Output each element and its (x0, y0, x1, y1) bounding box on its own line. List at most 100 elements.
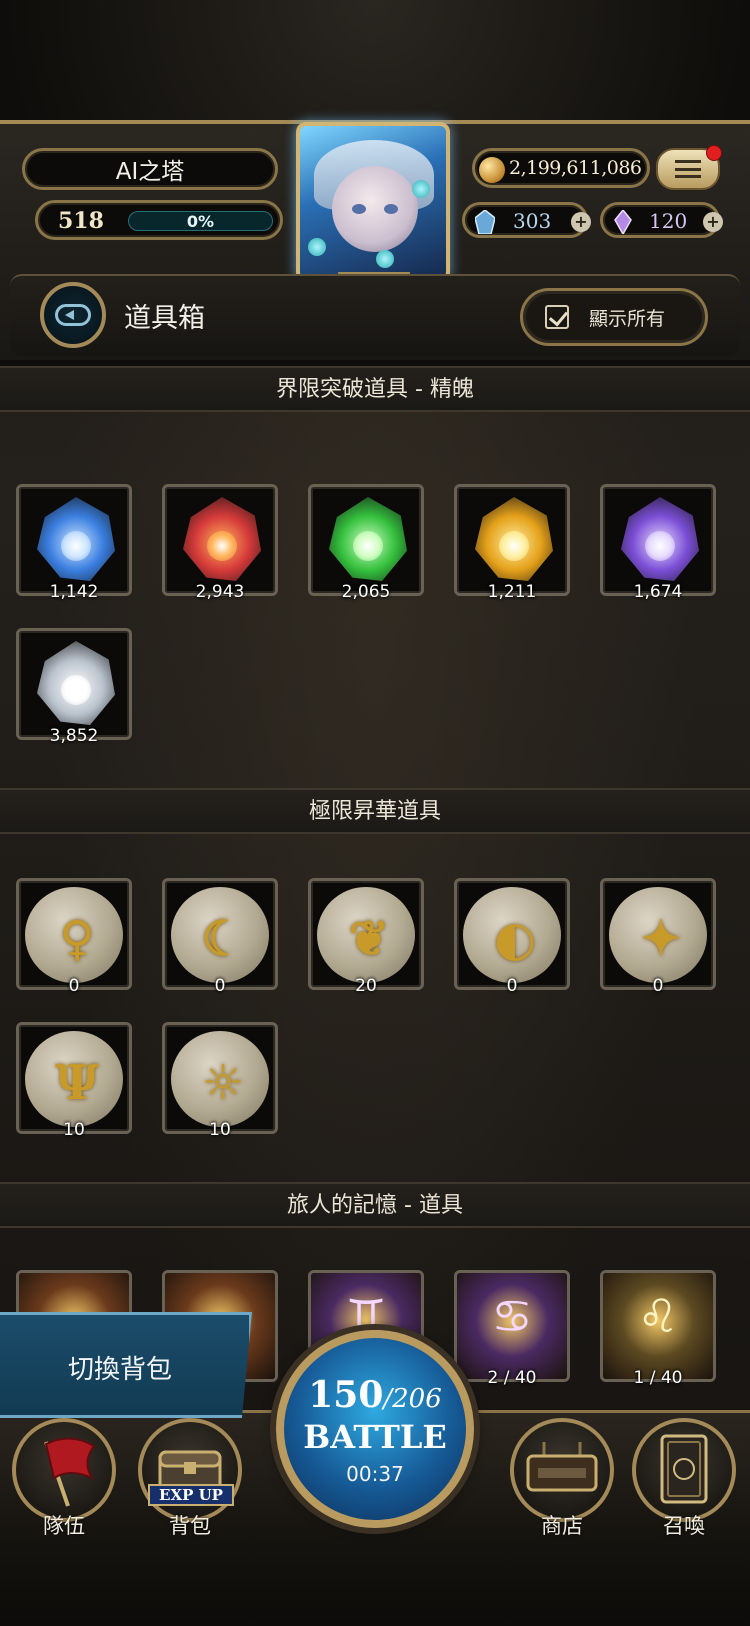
gem-core-glow (61, 531, 91, 561)
player-avatar[interactable] (296, 122, 450, 282)
gem-core-glow (207, 531, 237, 561)
zodiac-emblem-icon: ♌ (603, 1273, 713, 1379)
item-slot (600, 484, 716, 596)
player-level: 518 (58, 208, 104, 234)
inventory-item[interactable]: 3,852 (16, 628, 132, 746)
zodiac-emblem-icon: ♋ (457, 1273, 567, 1379)
show-all-label: 顯示所有 (589, 308, 666, 330)
checkbox-icon (545, 305, 569, 329)
soul-stone-amount: 303 (513, 209, 552, 233)
rose-icon (412, 180, 430, 198)
rune-glyph: ☾ (201, 911, 245, 967)
soul-stone-counter: 303 + (462, 202, 591, 238)
team-button[interactable] (12, 1418, 116, 1522)
item-count: 2 / 40 (487, 1368, 537, 1388)
inventory-item[interactable]: ♌ 1 / 40 (600, 1270, 716, 1388)
rune-glyph: Ψ (55, 1055, 99, 1111)
inventory-item[interactable]: 1,142 (16, 484, 132, 602)
stamina-timer: 00:37 (346, 1462, 404, 1486)
rune-stone-icon: ❦ (317, 887, 415, 983)
purple-crystal-icon (614, 210, 632, 234)
exp-up-badge: EXP UP (148, 1484, 234, 1506)
rune-glyph: ❦ (348, 911, 390, 967)
item-slot: Ψ (16, 1022, 132, 1134)
inventory-item[interactable]: 1,211 (454, 484, 570, 602)
summon-button[interactable] (632, 1418, 736, 1522)
diamond-amount: 120 (649, 209, 688, 233)
item-slot (162, 484, 278, 596)
rune-glyph: ◐ (494, 911, 536, 967)
inventory-item[interactable]: 2,943 (162, 484, 278, 602)
team-label: 隊伍 (43, 1514, 85, 1538)
item-slot: ☾ (162, 878, 278, 990)
rune-stone-icon: ♀ (25, 887, 123, 983)
item-count: 1 / 40 (633, 1368, 683, 1388)
hamburger-icon (675, 160, 701, 178)
switch-bag-button[interactable]: 切換背包 (0, 1312, 252, 1418)
stamina-current: 150 (308, 1374, 384, 1416)
stamina-display: 150/206 (284, 1374, 466, 1416)
gold-counter: 2,199,611,086 (472, 148, 650, 188)
bag-button[interactable] (138, 1418, 242, 1522)
back-button[interactable] (40, 282, 106, 348)
page-title: 道具箱 (124, 303, 205, 334)
shop-button[interactable] (510, 1418, 614, 1522)
item-count: 10 (209, 1120, 231, 1140)
inventory-item[interactable]: ♀ 0 (16, 878, 132, 996)
shop-sign-icon (526, 1442, 598, 1492)
inventory-item[interactable]: ✦ 0 (600, 878, 716, 996)
rune-glyph: ♀ (59, 911, 95, 967)
battle-label: BATTLE (303, 1418, 447, 1456)
avatar-face (332, 166, 418, 252)
bag-label: 背包 (169, 1514, 211, 1538)
section-header-traveler-memory: 旅人的記憶 - 道具 (0, 1182, 750, 1228)
inventory-item[interactable]: 1,674 (600, 484, 716, 602)
show-all-toggle[interactable]: 顯示所有 (520, 288, 708, 346)
inventory-item[interactable]: ❦ 20 (308, 878, 424, 996)
gem-core-glow (645, 531, 675, 561)
rose-icon (376, 250, 394, 268)
rose-icon (308, 238, 326, 256)
switch-bag-label: 切換背包 (67, 1355, 172, 1385)
item-slot (308, 484, 424, 596)
rune-stone-icon: Ψ (25, 1031, 123, 1127)
gold-amount: 2,199,611,086 (509, 157, 642, 179)
zodiac-glyph: ♌ (637, 1289, 679, 1343)
item-slot (454, 484, 570, 596)
level-plate: 518 0% (35, 200, 283, 240)
inventory-item[interactable]: Ψ 10 (16, 1022, 132, 1140)
inventory-item[interactable]: 2,065 (308, 484, 424, 602)
inventory-item[interactable]: ☼ 10 (162, 1022, 278, 1140)
section-header-limit-break: 界限突破道具 - 精魄 (0, 366, 750, 412)
inventory-item[interactable]: ◐ 0 (454, 878, 570, 996)
add-diamond-button[interactable]: + (703, 212, 723, 232)
stamina-max: /206 (383, 1384, 442, 1414)
blue-crystal-icon (475, 210, 495, 234)
item-count: 0 (506, 976, 518, 996)
card-icon (660, 1434, 708, 1504)
add-soul-stone-button[interactable]: + (571, 212, 591, 232)
inventory-item[interactable]: ☾ 0 (162, 878, 278, 996)
rune-glyph: ✦ (640, 911, 682, 967)
notification-dot (706, 145, 722, 161)
item-count: 2,943 (195, 582, 245, 602)
shop-label: 商店 (541, 1514, 583, 1538)
gem-core-glow (499, 531, 529, 561)
item-slot (16, 484, 132, 596)
item-count: 0 (214, 976, 226, 996)
item-slot: ☼ (162, 1022, 278, 1134)
player-name: AI之塔 (115, 159, 185, 185)
item-count: 0 (68, 976, 80, 996)
rune-stone-icon: ☼ (171, 1031, 269, 1127)
avatar-eye (384, 204, 398, 214)
diamond-counter: 120 + (600, 202, 723, 238)
item-count: 2,065 (341, 582, 391, 602)
item-count: 10 (63, 1120, 85, 1140)
item-count: 1,211 (487, 582, 537, 602)
battle-button[interactable]: 150/206 BATTLE 00:37 (276, 1330, 474, 1528)
item-slot: ✦ (600, 878, 716, 990)
player-name-plate[interactable]: AI之塔 (22, 148, 278, 190)
flag-icon (44, 1437, 96, 1507)
item-count: 3,852 (49, 726, 99, 746)
inventory-item[interactable]: ♋ 2 / 40 (454, 1270, 570, 1388)
